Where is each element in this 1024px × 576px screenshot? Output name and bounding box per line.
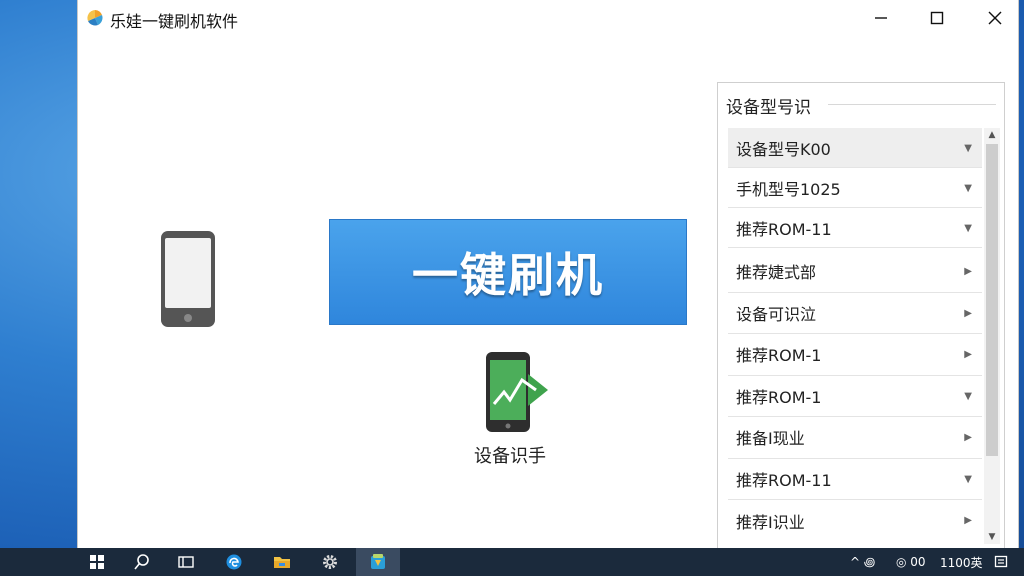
dropdown-arrow-icon: ▼ [964,182,972,194]
task-view-button[interactable] [164,548,208,576]
dropdown-arrow-icon: ▼ [964,142,972,154]
close-button[interactable] [966,0,1024,36]
panel-divider [828,104,996,105]
list-item[interactable]: 推荐ROM-11 ▼ [728,208,982,248]
panel-title: 设备型号识 [726,93,817,118]
folder-icon [274,557,290,568]
expand-arrow-icon: ▶ [964,349,972,361]
dropdown-arrow-icon: ▼ [964,473,972,485]
list-item-label: 推荐ROM-1 [736,346,822,366]
list-item-label: 设备型号K00 [736,139,831,159]
tray-icons[interactable]: ^ ꩜ [850,548,875,576]
dropdown-arrow-icon: ▼ [964,390,972,402]
list-item[interactable]: 推备I现业 ▶ [728,417,982,459]
scroll-down-icon[interactable]: ▼ [984,530,1000,544]
taskbar-settings-button[interactable] [308,548,352,576]
start-button[interactable] [75,548,119,576]
list-item[interactable]: 推荐婕式部 ▶ [728,251,982,293]
expand-arrow-icon: ▶ [964,266,972,278]
scroll-up-icon[interactable]: ▲ [984,128,1000,142]
list-item-label: 手机型号1025 [736,179,841,199]
tray-clock[interactable]: 1100英 [940,548,983,576]
list-item[interactable]: 推荐ROM-1 ▶ [728,334,982,376]
model-list: 设备型号K00 ▼ 手机型号1025 ▼ 推荐ROM-11 ▼ 推荐婕式部 ▶ … [728,128,982,542]
taskbar-edge-button[interactable] [212,548,256,576]
expand-arrow-icon: ▶ [964,307,972,319]
taskbar-search-button[interactable] [120,548,164,576]
minimize-button[interactable] [852,0,910,36]
list-item[interactable]: 推荐ROM-1 ▼ [728,376,982,417]
close-icon [988,11,1002,25]
device-detect-label: 设备识手 [474,446,546,467]
list-item-label: 推荐I识业 [736,512,805,532]
list-item[interactable]: 设备可识泣 ▶ [728,293,982,334]
taskbar-app-button[interactable] [356,548,400,576]
list-item-label: 推荐ROM-11 [736,470,832,490]
task-view-icon [178,556,194,568]
tray-status[interactable]: ◎ 00 [896,548,926,576]
one-click-flash-button[interactable]: 一键刷机 [329,219,687,325]
taskbar-explorer-button[interactable] [260,548,304,576]
search-icon [134,554,149,570]
list-item-label: 推备I现业 [736,429,805,449]
list-item-label: 推荐ROM-11 [736,219,832,239]
list-item[interactable]: 设备型号K00 ▼ [728,128,982,168]
windows-logo-icon [90,555,104,569]
list-item[interactable]: 手机型号1025 ▼ [728,168,982,208]
minimize-icon [875,17,887,19]
list-item-label: 推荐婕式部 [736,263,817,283]
list-item[interactable]: 推荐I识业 ▶ [728,500,982,542]
window-title: 乐娃一键刷机软件 [110,12,239,31]
expand-arrow-icon: ▶ [964,515,972,527]
list-item-label: 推荐ROM-1 [736,387,822,407]
dropdown-arrow-icon: ▼ [964,222,972,234]
app-window: 乐娃一键刷机软件 一键刷机 设备识手 设备型号识 设备型号K00 ▼ 手机型号1… [78,0,1018,549]
title-bar[interactable]: 乐娃一键刷机软件 [78,0,1018,36]
device-detect-icon[interactable] [482,352,554,432]
desktop-background [0,0,78,548]
maximize-icon [930,11,944,25]
maximize-button[interactable] [908,0,966,36]
scroll-thumb[interactable] [986,144,998,456]
list-scrollbar[interactable]: ▲ ▼ [984,128,1000,544]
app-logo-icon [87,10,103,26]
expand-arrow-icon: ▶ [964,432,972,444]
device-model-panel: 设备型号识 设备型号K00 ▼ 手机型号1025 ▼ 推荐ROM-11 ▼ 推荐… [717,82,1005,549]
list-item[interactable]: 推荐ROM-11 ▼ [728,459,982,500]
notification-icon[interactable] [994,555,1008,569]
phone-device-icon [161,231,215,327]
taskbar: ^ ꩜ ◎ 00 1100英 [0,548,1024,576]
edge-browser-icon [226,554,242,570]
gear-icon [323,555,337,569]
flash-app-icon [371,554,385,569]
list-item-label: 设备可识泣 [736,304,817,324]
